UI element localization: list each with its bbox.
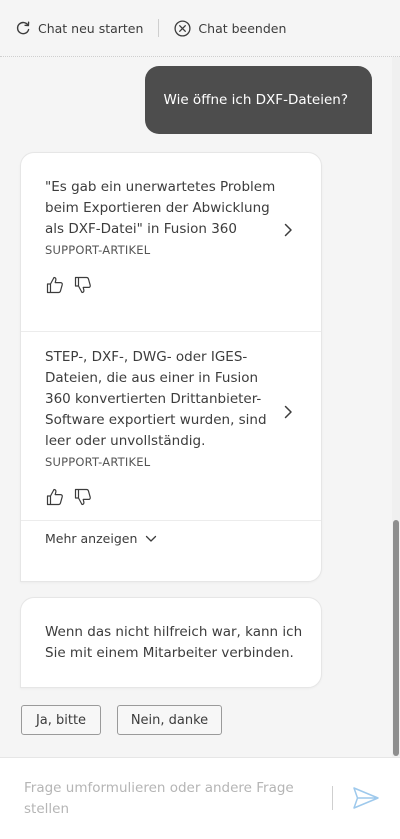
send-icon[interactable] (352, 786, 380, 810)
chevron-down-icon (146, 535, 157, 542)
show-more-label: Mehr anzeigen (45, 531, 138, 546)
result-divider (21, 520, 321, 521)
no-thanks-button[interactable]: Nein, danke (117, 705, 222, 735)
search-results-card: "Es gab ein unerwartetes Problem beim Ex… (20, 152, 322, 582)
thumbs-down-icon[interactable] (73, 275, 93, 295)
message-input[interactable]: Frage umformulieren oder andere Frage st… (24, 778, 314, 820)
feedback-buttons (45, 275, 321, 295)
restart-chat-label: Chat neu starten (38, 20, 144, 36)
show-more-button[interactable]: Mehr anzeigen (45, 531, 157, 546)
result-divider (21, 331, 321, 332)
toolbar-divider (158, 19, 160, 37)
article-type-label: SUPPORT-ARTIKEL (45, 243, 151, 257)
user-message-bubble: Wie öffne ich DXF-Dateien? (145, 66, 372, 134)
article-type-label: SUPPORT-ARTIKEL (45, 455, 151, 469)
yes-please-button[interactable]: Ja, bitte (21, 705, 101, 735)
thumbs-up-icon[interactable] (45, 487, 65, 507)
thumbs-up-icon[interactable] (45, 275, 65, 295)
scrollbar-thumb[interactable] (393, 520, 399, 756)
message-composer: Frage umformulieren oder andere Frage st… (0, 757, 400, 839)
bot-message-card: Wenn das nicht hilfreich war, kann ich S… (20, 597, 322, 688)
result-article-1[interactable]: "Es gab ein unerwartetes Problem beim Ex… (21, 177, 321, 295)
restart-chat-button[interactable]: Chat neu starten (15, 20, 143, 36)
chevron-right-icon[interactable] (283, 223, 293, 237)
chat-toolbar: Chat neu starten Chat beenden (0, 0, 400, 57)
thumbs-down-icon[interactable] (73, 487, 93, 507)
user-message-text: Wie öffne ich DXF-Dateien? (163, 92, 348, 108)
refresh-icon (16, 21, 30, 35)
feedback-buttons (45, 487, 321, 507)
bot-message-text: Wenn das nicht hilfreich war, kann ich S… (45, 624, 303, 661)
result-article-2[interactable]: STEP-, DXF-, DWG- oder IGES-Dateien, die… (21, 347, 321, 507)
article-title[interactable]: "Es gab ein unerwartetes Problem beim Ex… (45, 177, 277, 240)
end-chat-button[interactable]: Chat beenden (174, 19, 287, 37)
chevron-right-icon[interactable] (283, 405, 293, 419)
composer-divider (332, 786, 333, 810)
close-circle-icon (174, 19, 191, 37)
chat-transcript[interactable]: Wie öffne ich DXF-Dateien? "Es gab ein u… (0, 57, 392, 757)
article-title[interactable]: STEP-, DXF-, DWG- oder IGES-Dateien, die… (45, 347, 277, 452)
end-chat-label: Chat beenden (198, 20, 287, 36)
